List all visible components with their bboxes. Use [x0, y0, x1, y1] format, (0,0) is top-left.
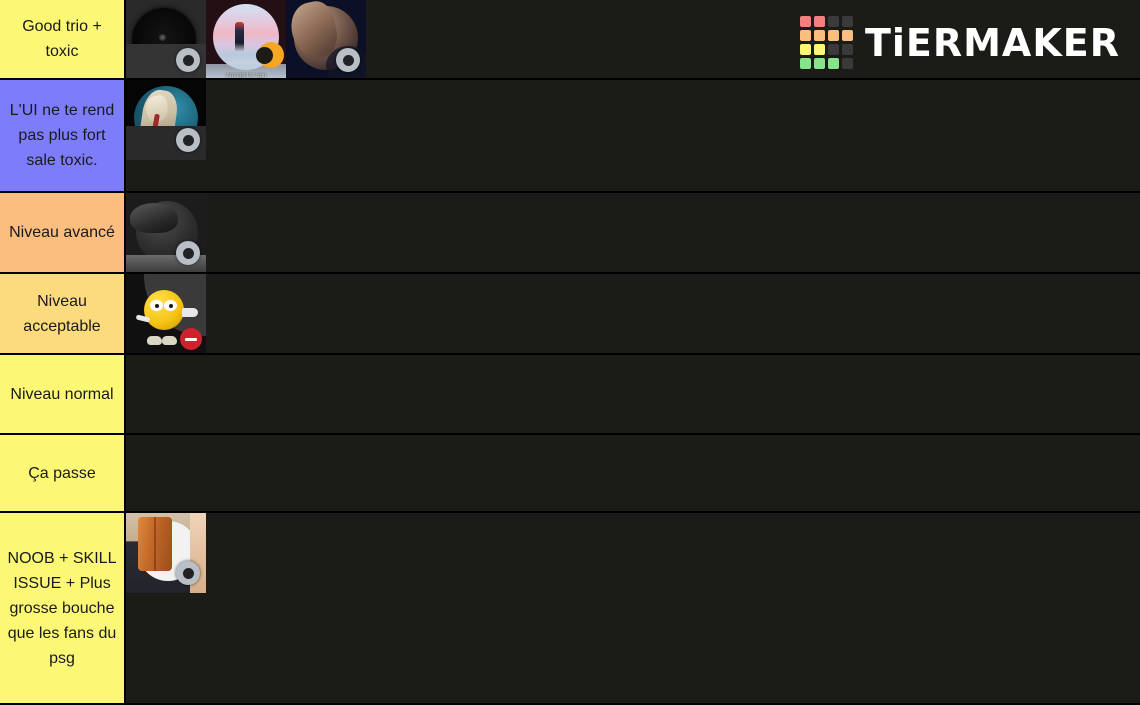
logo-grid-cell-9 — [813, 44, 825, 55]
tier-row: NOOB + SKILL ISSUE + Plus grosse bouche … — [0, 513, 1140, 703]
ring-badge-icon[interactable] — [176, 48, 200, 72]
tier-items-tier-2[interactable] — [126, 80, 1140, 191]
art-part-ball — [144, 290, 184, 330]
art-part-eyeL — [150, 300, 163, 311]
logo-grid-cell-6 — [827, 30, 839, 41]
ring-badge-icon[interactable] — [176, 561, 200, 585]
item-wizard[interactable] — [126, 80, 206, 160]
item-cat[interactable] — [126, 193, 206, 272]
ring-badge-icon[interactable] — [176, 128, 200, 152]
tier-row: Ça passe — [0, 435, 1140, 513]
tier-items-tier-4[interactable] — [126, 274, 1140, 353]
ring-badge-icon[interactable] — [336, 48, 360, 72]
logo-grid-cell-11 — [841, 44, 853, 55]
tier-items-tier-7[interactable] — [126, 513, 1140, 703]
tier-items-tier-5[interactable] — [126, 355, 1140, 433]
item-wood-plank[interactable] — [126, 513, 206, 593]
item-mm-character[interactable] — [126, 274, 206, 353]
tier-row: Niveau avancé — [0, 193, 1140, 274]
tier-label-tier-6[interactable]: Ça passe — [0, 435, 126, 511]
tier-label-tier-3[interactable]: Niveau avancé — [0, 193, 126, 272]
art-part-shoe — [147, 336, 162, 345]
art-part-shoe — [162, 336, 177, 345]
logo-grid-cell-1 — [813, 16, 825, 27]
tier-label-tier-4[interactable]: Niveau acceptable — [0, 274, 126, 353]
logo-grid-cell-5 — [813, 30, 825, 41]
art-part-plank — [138, 517, 172, 571]
tier-rows-container: Good trio + toxic Among Us Sun L'UI ne te … — [0, 0, 1140, 703]
logo-grid-cell-8 — [799, 44, 811, 55]
logo-grid-cell-4 — [799, 30, 811, 41]
item-black-disc[interactable] — [126, 0, 206, 78]
logo-grid-cell-0 — [799, 16, 811, 27]
tiermaker-logo-wordmark: TiERMAKER — [864, 20, 1120, 65]
art-part-eyeR — [164, 300, 177, 311]
tiermaker-logo-grid-icon — [799, 16, 853, 69]
block-icon[interactable] — [180, 328, 202, 350]
logo-grid-cell-7 — [841, 30, 853, 41]
logo-grid-cell-14 — [827, 58, 839, 69]
ring-badge-icon[interactable] — [176, 241, 200, 265]
item-sky-figure[interactable]: Among Us Sun — [206, 0, 286, 78]
item-girl-portrait[interactable] — [286, 0, 366, 78]
tier-label-tier-5[interactable]: Niveau normal — [0, 355, 126, 433]
logo-grid-cell-12 — [799, 58, 811, 69]
art-part-dot — [159, 34, 166, 41]
tier-items-tier-3[interactable] — [126, 193, 1140, 272]
tier-row: Niveau acceptable — [0, 274, 1140, 355]
tier-row: Niveau normal — [0, 355, 1140, 435]
tier-label-tier-2[interactable]: L'UI ne te rend pas plus fort sale toxic… — [0, 80, 126, 191]
thumbnail-caption: Among Us Sun — [225, 73, 267, 78]
moon-icon[interactable] — [258, 42, 284, 68]
art-part-figure — [235, 22, 244, 52]
tiermaker-logo[interactable]: TiERMAKER — [799, 16, 1120, 69]
tier-label-tier-1[interactable]: Good trio + toxic — [0, 0, 126, 78]
logo-grid-cell-10 — [827, 44, 839, 55]
tier-row: L'UI ne te rend pas plus fort sale toxic… — [0, 80, 1140, 193]
tier-label-tier-7[interactable]: NOOB + SKILL ISSUE + Plus grosse bouche … — [0, 513, 126, 703]
tier-items-tier-6[interactable] — [126, 435, 1140, 511]
logo-grid-cell-13 — [813, 58, 825, 69]
logo-grid-cell-3 — [841, 16, 853, 27]
art-part-hand — [182, 308, 198, 317]
logo-grid-cell-15 — [841, 58, 853, 69]
logo-grid-cell-2 — [827, 16, 839, 27]
art-part-body — [130, 203, 178, 233]
tier-list-board: Good trio + toxic Among Us Sun L'UI ne te … — [0, 0, 1140, 705]
